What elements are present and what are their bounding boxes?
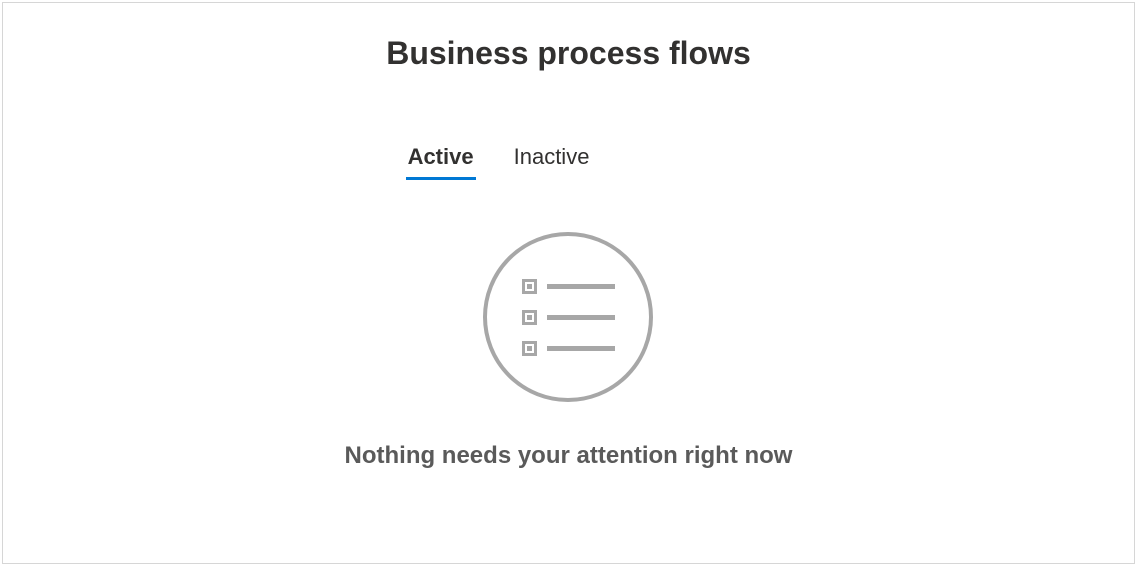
- page-title: Business process flows: [386, 35, 751, 72]
- tab-list: Active Inactive: [408, 144, 590, 178]
- empty-state-message: Nothing needs your attention right now: [345, 442, 793, 470]
- tab-inactive[interactable]: Inactive: [514, 144, 590, 178]
- tab-active[interactable]: Active: [408, 144, 474, 178]
- business-process-flows-panel: Business process flows Active Inactive: [2, 2, 1135, 564]
- list-icon: [483, 232, 653, 402]
- list-icon-inner: [522, 279, 615, 356]
- empty-state: Nothing needs your attention right now: [345, 232, 793, 470]
